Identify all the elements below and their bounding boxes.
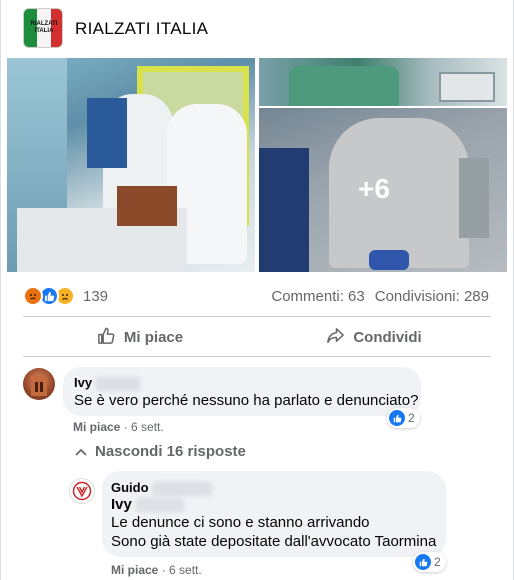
comment-author-name: Ivy — [74, 375, 93, 390]
thumbs-up-icon — [97, 326, 116, 349]
more-photos-count: +6 — [358, 173, 390, 204]
share-count-link[interactable]: Condivisioni: 289 — [375, 288, 489, 305]
reply-bubble: Guido Ivy Le denunce ci sono e stanno ar… — [102, 471, 446, 557]
post-photo-main[interactable] — [7, 58, 255, 272]
reply-reaction-count: 2 — [434, 555, 441, 569]
comment-timestamp[interactable]: · 6 sett. — [124, 420, 164, 434]
like-reaction-icon — [389, 410, 405, 426]
like-button[interactable]: Mi piace — [23, 320, 257, 354]
post-header: RIALZATI ITALIA RIALZATI ITALIA — [1, 0, 514, 58]
blurred-surname — [136, 498, 185, 513]
like-button-label: Mi piace — [123, 328, 184, 346]
photo-monitor-shape — [439, 72, 495, 102]
reply-mention-name: Ivy — [111, 496, 132, 513]
comment-count-link[interactable]: Commenti: 63 — [271, 288, 364, 305]
photo-monitor-shape — [87, 98, 127, 168]
reply-reaction-pill[interactable]: 2 — [413, 552, 446, 572]
reply-author-name: Guido — [111, 480, 149, 495]
post-photo-top-right[interactable] — [259, 58, 507, 106]
photo-patient-shape — [289, 66, 399, 106]
comment-text: Se è vero perché nessuno ha parlato e de… — [74, 392, 419, 409]
post-photo-more[interactable]: +6 — [259, 108, 507, 272]
photo-blanket-shape — [117, 186, 177, 226]
divider — [23, 356, 491, 357]
reply-mention[interactable]: Ivy — [111, 495, 185, 515]
share-arrow-icon — [326, 326, 345, 349]
page-avatar[interactable]: RIALZATI ITALIA — [23, 8, 63, 48]
like-reaction-icon — [415, 554, 431, 570]
reply-meta: Mi piace · 6 sett. — [111, 563, 202, 577]
reaction-count: 139 — [83, 287, 109, 305]
angry-reaction-icon — [23, 286, 43, 306]
comment-reaction-pill[interactable]: 2 — [387, 408, 420, 428]
reply-text-line: Sono già state depositate dall'avvocato … — [111, 533, 437, 550]
reply-author[interactable]: Guido — [111, 480, 213, 496]
share-button-label: Condividi — [353, 328, 422, 346]
avatar-logo-text: RIALZATI ITALIA — [30, 21, 58, 34]
reply-timestamp[interactable]: · 6 sett. — [162, 563, 202, 577]
comment-bubble: Ivy Se è vero perché nessuno ha parlato … — [63, 367, 421, 416]
divider — [23, 316, 491, 317]
share-button[interactable]: Condividi — [257, 320, 491, 354]
reply-text-line: Le denunce ci sono e stanno arrivando — [111, 514, 370, 531]
page-name[interactable]: RIALZATI ITALIA — [75, 19, 208, 39]
reaction-summary[interactable]: 139 — [23, 286, 108, 306]
reply-like-link[interactable]: Mi piace — [111, 563, 158, 577]
hide-replies-toggle[interactable]: Nascondi 16 risposte — [75, 443, 246, 460]
comment-author[interactable]: Ivy — [74, 375, 140, 391]
blurred-surname — [95, 376, 140, 391]
chevron-up-icon — [75, 443, 87, 460]
avatar[interactable] — [23, 368, 55, 400]
comment-like-link[interactable]: Mi piace — [73, 420, 120, 434]
comment-meta: Mi piace · 6 sett. — [73, 420, 164, 434]
avatar[interactable] — [69, 478, 95, 504]
comment-reaction-count: 2 — [408, 411, 415, 425]
blurred-surname — [152, 481, 213, 496]
more-photos-overlay[interactable]: +6 — [259, 108, 507, 272]
hide-replies-label: Nascondi 16 risposte — [95, 443, 246, 460]
facebook-post: RIALZATI ITALIA RIALZATI ITALIA +6 139 C… — [0, 0, 514, 580]
post-stats: Commenti: 63 Condivisioni: 289 — [271, 288, 489, 305]
